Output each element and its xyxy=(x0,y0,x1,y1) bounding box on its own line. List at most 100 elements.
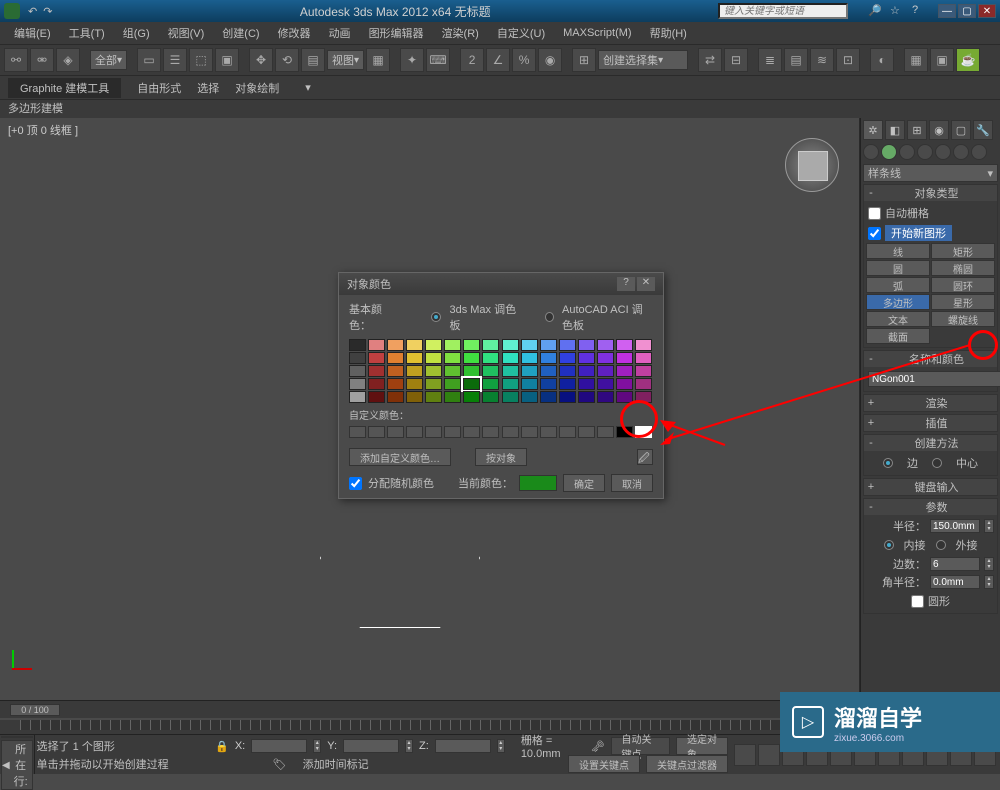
color-swatch[interactable] xyxy=(559,378,576,390)
layer-mgr-icon[interactable]: ▤ xyxy=(784,48,808,72)
shape-donut[interactable]: 圆环 xyxy=(931,277,995,293)
color-swatch[interactable] xyxy=(406,339,423,351)
move-icon[interactable]: ✥ xyxy=(249,48,273,72)
corner-input[interactable] xyxy=(930,575,980,589)
lights-icon[interactable] xyxy=(899,144,915,160)
radio-edge[interactable] xyxy=(883,458,893,468)
menu-help[interactable]: 帮助(H) xyxy=(642,23,695,43)
color-swatch[interactable] xyxy=(406,391,423,403)
manipulate-icon[interactable]: ✦ xyxy=(400,48,424,72)
select-name-icon[interactable]: ☰ xyxy=(163,48,187,72)
object-name-input[interactable] xyxy=(868,371,1000,387)
circular-checkbox[interactable] xyxy=(911,595,924,608)
snap-angle-icon[interactable]: ∠ xyxy=(486,48,510,72)
by-object-button[interactable]: 按对象 xyxy=(475,448,527,466)
corner-spinner[interactable] xyxy=(984,575,994,589)
color-swatch[interactable] xyxy=(540,391,557,403)
color-swatch[interactable] xyxy=(616,352,633,364)
shapes-icon[interactable] xyxy=(881,144,897,160)
z-input[interactable] xyxy=(435,739,491,753)
shape-section[interactable]: 截面 xyxy=(866,328,930,344)
assign-random-checkbox[interactable] xyxy=(349,477,362,490)
color-swatch[interactable] xyxy=(521,365,538,377)
color-swatch[interactable] xyxy=(368,391,385,403)
modify-tab-icon[interactable]: ◧ xyxy=(885,120,905,140)
help-icon[interactable]: ? xyxy=(912,4,926,18)
custom-swatch[interactable] xyxy=(349,426,366,438)
color-swatch[interactable] xyxy=(559,352,576,364)
color-swatch[interactable] xyxy=(387,339,404,351)
snap-spinner-icon[interactable]: ◉ xyxy=(538,48,562,72)
filter-dropdown[interactable]: 全部 ▾ xyxy=(90,50,127,70)
color-swatch[interactable] xyxy=(463,378,480,390)
rollout-interp[interactable]: +插值 xyxy=(864,415,997,431)
color-swatch[interactable] xyxy=(616,339,633,351)
x-input[interactable] xyxy=(251,739,307,753)
color-swatch[interactable] xyxy=(635,378,652,390)
color-swatch[interactable] xyxy=(425,352,442,364)
shape-rect[interactable]: 矩形 xyxy=(931,243,995,259)
color-swatch[interactable] xyxy=(406,365,423,377)
menu-customize[interactable]: 自定义(U) xyxy=(489,23,553,43)
color-swatch[interactable] xyxy=(540,352,557,364)
color-swatch[interactable] xyxy=(349,352,366,364)
shape-ellipse[interactable]: 椭圆 xyxy=(931,260,995,276)
color-swatch[interactable] xyxy=(502,378,519,390)
bind-icon[interactable]: ◈ xyxy=(56,48,80,72)
color-swatch[interactable] xyxy=(597,391,614,403)
color-swatch[interactable] xyxy=(482,339,499,351)
color-swatch[interactable] xyxy=(463,339,480,351)
align-icon[interactable]: ⊟ xyxy=(724,48,748,72)
pick-color-icon[interactable]: 🖉 xyxy=(637,449,653,465)
color-swatch[interactable] xyxy=(482,391,499,403)
radio-3dsmax-palette[interactable] xyxy=(431,312,441,322)
color-swatch[interactable] xyxy=(578,378,595,390)
radius-input[interactable] xyxy=(930,519,980,533)
color-swatch[interactable] xyxy=(425,378,442,390)
snap-percent-icon[interactable]: % xyxy=(512,48,536,72)
menu-group[interactable]: 组(G) xyxy=(115,23,158,43)
sides-spinner[interactable] xyxy=(984,557,994,571)
color-swatch[interactable] xyxy=(387,352,404,364)
keyboard-icon[interactable]: ⌨ xyxy=(426,48,450,72)
color-swatch[interactable] xyxy=(463,365,480,377)
color-swatch[interactable] xyxy=(559,365,576,377)
color-swatch[interactable] xyxy=(444,378,461,390)
menu-modifiers[interactable]: 修改器 xyxy=(270,23,319,43)
rollout-params[interactable]: -参数 xyxy=(864,499,997,515)
color-swatch[interactable] xyxy=(463,391,480,403)
custom-swatch-black[interactable] xyxy=(616,426,633,438)
color-swatch[interactable] xyxy=(559,339,576,351)
help-search-input[interactable] xyxy=(718,3,848,19)
color-swatch[interactable] xyxy=(597,339,614,351)
rollout-name-color[interactable]: -名称和颜色 xyxy=(864,351,997,367)
snap2d-icon[interactable]: 2 xyxy=(460,48,484,72)
color-swatch[interactable] xyxy=(482,352,499,364)
schematic-icon[interactable]: ⊡ xyxy=(836,48,860,72)
geometry-icon[interactable] xyxy=(863,144,879,160)
menu-edit[interactable]: 编辑(E) xyxy=(6,23,59,43)
color-swatch[interactable] xyxy=(502,365,519,377)
selected-obj-button[interactable]: 选定对象 xyxy=(676,737,728,755)
rollout-render[interactable]: +渲染 xyxy=(864,395,997,411)
radio-center[interactable] xyxy=(932,458,942,468)
radius-spinner[interactable] xyxy=(984,519,994,533)
location-indicator[interactable]: ◀ 所在行: xyxy=(1,740,33,790)
color-swatch[interactable] xyxy=(597,352,614,364)
color-swatch[interactable] xyxy=(425,391,442,403)
dialog-help-button[interactable]: ? xyxy=(617,277,635,291)
undo-icon[interactable]: ↶ xyxy=(28,5,37,18)
radio-circumscribe[interactable] xyxy=(936,540,946,550)
color-swatch[interactable] xyxy=(521,352,538,364)
material-icon[interactable]: ◐ xyxy=(870,48,894,72)
color-swatch[interactable] xyxy=(444,365,461,377)
poly-modeling-label[interactable]: 多边形建模 xyxy=(0,100,1000,118)
color-swatch[interactable] xyxy=(368,339,385,351)
menu-render[interactable]: 渲染(R) xyxy=(434,23,487,43)
tab-graphite[interactable]: Graphite 建模工具 xyxy=(8,78,121,98)
redo-icon[interactable]: ↷ xyxy=(43,5,52,18)
menu-maxscript[interactable]: MAXScript(M) xyxy=(555,25,639,41)
systems-icon[interactable] xyxy=(971,144,987,160)
autokey-button[interactable]: 自动关键点 xyxy=(611,737,671,755)
playback-start-icon[interactable] xyxy=(734,744,756,766)
